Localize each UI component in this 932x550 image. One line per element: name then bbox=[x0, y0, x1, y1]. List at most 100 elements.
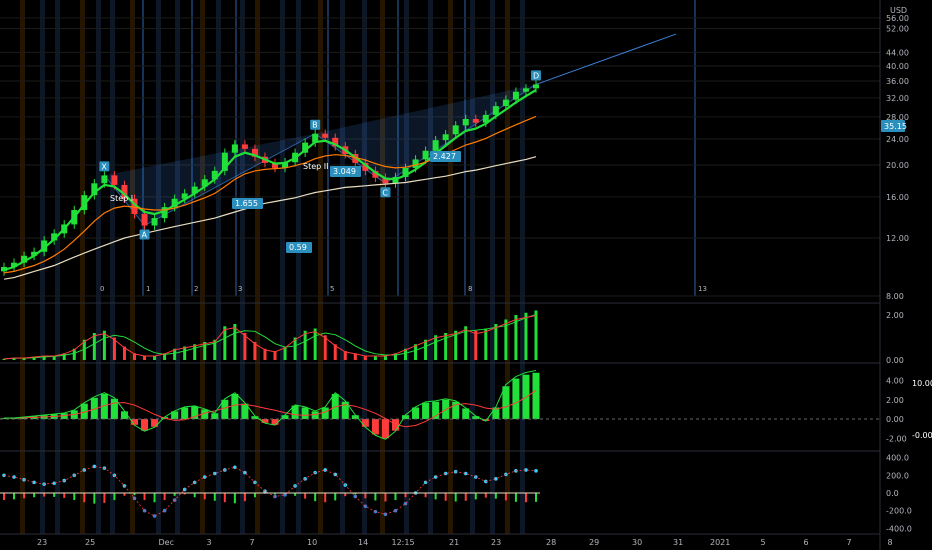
indicator-tick-label: -2.00 bbox=[886, 434, 907, 443]
candle-body[interactable] bbox=[512, 91, 519, 100]
wave-label-X[interactable]: X bbox=[99, 161, 110, 172]
time-tick-label: 5 bbox=[761, 538, 766, 547]
time-tick-label: 10 bbox=[307, 538, 317, 547]
price-tick-label: 20.00 bbox=[886, 161, 909, 170]
indicator-bar bbox=[211, 413, 219, 420]
count-stripe bbox=[200, 0, 205, 534]
candle-body[interactable] bbox=[101, 175, 108, 184]
indicator-tick-label: 0.00 bbox=[886, 415, 904, 424]
step-label: Step I bbox=[110, 194, 133, 203]
candle-body[interactable] bbox=[442, 134, 449, 141]
tradingview-chart[interactable]: 0 1 2 3 5 8 13 XABCD1.6550.593.0492.427Step IS… bbox=[0, 0, 932, 550]
indicator-bar bbox=[484, 328, 488, 360]
indicator-3-bar bbox=[504, 493, 507, 501]
indicator-3-bar bbox=[23, 493, 26, 499]
indicator-3-dot bbox=[212, 471, 217, 476]
indicator-tick-label: 200.0 bbox=[886, 471, 909, 480]
indicator-tick-label: 2.00 bbox=[886, 396, 904, 405]
count-stripe bbox=[240, 0, 245, 534]
indicator-bar bbox=[303, 330, 307, 360]
candle-body[interactable] bbox=[231, 144, 238, 153]
count-stripe bbox=[318, 0, 323, 534]
candle-body[interactable] bbox=[322, 133, 329, 138]
candle-body[interactable] bbox=[241, 144, 248, 149]
fib-count-label: 1 bbox=[146, 285, 150, 293]
count-stripe bbox=[296, 0, 301, 534]
wave-label-A[interactable]: A bbox=[139, 229, 150, 240]
ratio-badge-text: 0.59 bbox=[289, 243, 307, 252]
candle-body[interactable] bbox=[522, 88, 529, 92]
indicator-bar bbox=[361, 419, 369, 427]
fib-count-label: 0 bbox=[100, 285, 104, 293]
price-tick-label: 12.00 bbox=[886, 234, 909, 243]
wave-label-D[interactable]: D bbox=[531, 70, 541, 81]
indicator-bar bbox=[313, 328, 317, 360]
currency-label: USD bbox=[890, 6, 907, 15]
candle-body[interactable] bbox=[462, 118, 469, 126]
indicator-bar bbox=[494, 324, 498, 360]
ratio-badge[interactable]: 1.655 bbox=[232, 198, 263, 209]
indicator-bar bbox=[371, 419, 379, 435]
candle-body[interactable] bbox=[432, 140, 439, 151]
time-tick-label: 2021 bbox=[710, 538, 730, 547]
count-stripe bbox=[216, 0, 221, 534]
indicator-tick-label: 4.00 bbox=[886, 376, 904, 385]
indicator-3-bar bbox=[484, 493, 487, 498]
indicator-bar bbox=[181, 407, 189, 420]
indicator-tick-label: 2.00 bbox=[886, 311, 904, 320]
indicator-3-dot bbox=[433, 475, 438, 479]
indicator-bar bbox=[444, 333, 448, 360]
ratio-badge-text: 3.049 bbox=[333, 167, 356, 176]
last-price-badge: 35.15 bbox=[881, 120, 907, 132]
candle-body[interactable] bbox=[141, 213, 148, 226]
time-tick-label: 7 bbox=[847, 538, 852, 547]
price-tick-label: 56.00 bbox=[886, 14, 909, 23]
indicator-bar bbox=[233, 324, 237, 360]
indicator-3-bar bbox=[404, 493, 407, 498]
step-label: Step II bbox=[303, 162, 328, 171]
indicator-3-dot bbox=[202, 475, 207, 479]
indicator-3-bar bbox=[444, 493, 447, 501]
indicator-3-bar bbox=[153, 493, 156, 503]
ratio-badge[interactable]: 0.59 bbox=[286, 242, 312, 253]
wave-label-text: A bbox=[142, 231, 148, 240]
wave-label-B[interactable]: B bbox=[310, 119, 321, 130]
indicator-3-bar bbox=[364, 493, 367, 499]
count-stripe bbox=[380, 0, 385, 534]
price-tick-label: 24.00 bbox=[886, 135, 909, 144]
indicator-3-bar bbox=[434, 493, 437, 500]
ratio-badge[interactable]: 3.049 bbox=[330, 166, 361, 177]
count-stripe bbox=[110, 0, 115, 534]
indicator-3-dot bbox=[323, 468, 328, 472]
count-stripe bbox=[255, 0, 260, 534]
count-stripe bbox=[490, 0, 495, 534]
candle-body[interactable] bbox=[111, 175, 118, 185]
fib-count-label: 3 bbox=[238, 285, 242, 293]
candle-body[interactable] bbox=[533, 84, 539, 89]
ratio-badge-text: 1.655 bbox=[235, 199, 258, 208]
candle-body[interactable] bbox=[422, 150, 429, 160]
indicator-3-bar bbox=[464, 493, 467, 501]
oscillator-right-label: -0.00 bbox=[912, 431, 932, 440]
indicator-3-bar bbox=[223, 493, 226, 503]
candle-body[interactable] bbox=[472, 118, 479, 123]
indicator-3-bar bbox=[384, 493, 387, 502]
indicator-3-bar bbox=[454, 493, 457, 502]
candle-body[interactable] bbox=[452, 125, 459, 135]
indicator-3-bar bbox=[334, 493, 337, 501]
indicator-3-bar bbox=[93, 493, 96, 504]
indicator-3-bar bbox=[143, 493, 146, 501]
candle-body[interactable] bbox=[492, 106, 499, 115]
time-tick-label: 31 bbox=[673, 538, 683, 547]
price-tick-label: 8.00 bbox=[886, 292, 904, 301]
candle-body[interactable] bbox=[502, 99, 509, 107]
indicator-bar bbox=[534, 310, 538, 360]
time-tick-label: 30 bbox=[632, 538, 642, 547]
ratio-badge[interactable]: 2.427 bbox=[430, 151, 461, 162]
indicator-tick-label: -400.0 bbox=[886, 524, 912, 533]
wave-label-C[interactable]: C bbox=[380, 187, 391, 198]
count-stripe bbox=[505, 0, 510, 534]
candle-body[interactable] bbox=[151, 218, 158, 226]
indicator-3-bar bbox=[304, 493, 307, 499]
chart-background bbox=[0, 0, 932, 550]
